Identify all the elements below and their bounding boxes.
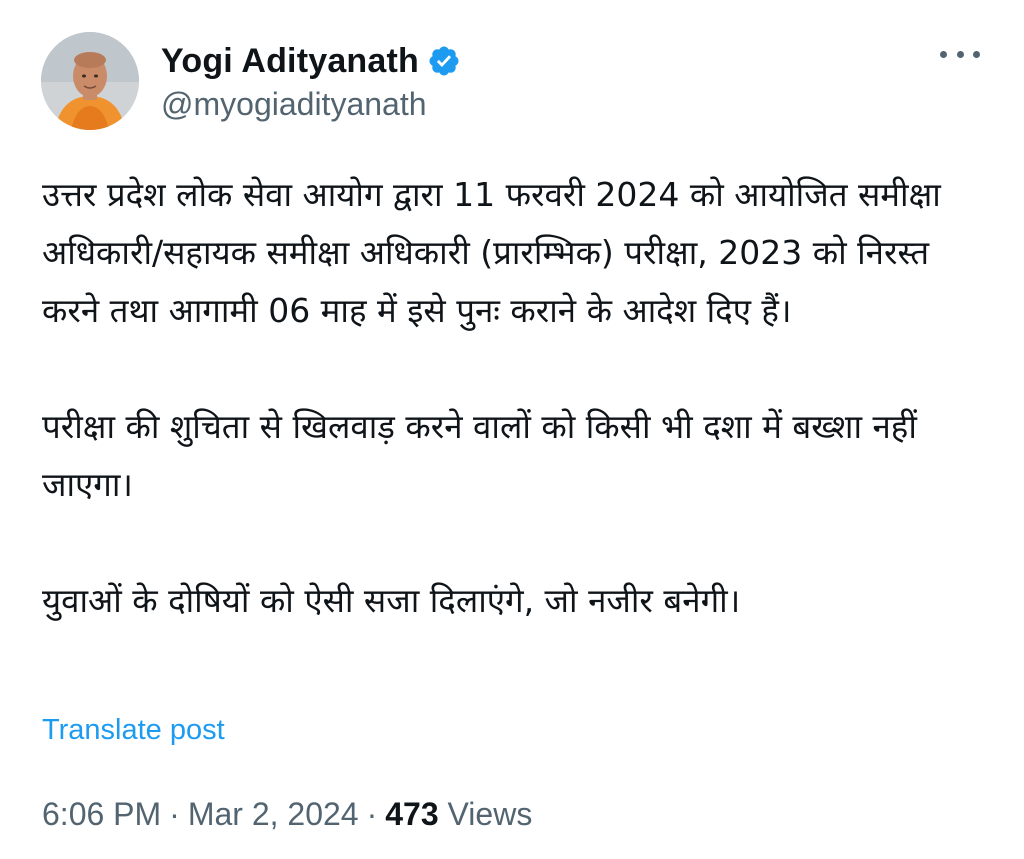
avatar[interactable] — [41, 32, 139, 130]
profile-photo-icon — [41, 32, 139, 130]
views-count: 473 — [385, 796, 439, 832]
more-options-icon[interactable] — [940, 44, 980, 64]
tweet-meta: 6:06 PM · Mar 2, 2024 · 473 Views — [42, 796, 532, 833]
tweet-card: Yogi Adityanath @myogiadityanath उत्तर प… — [0, 0, 1024, 859]
translate-post-link[interactable]: Translate post — [42, 714, 225, 747]
tweet-paragraph: परीक्षा की शुचिता से खिलवाड़ करने वालों … — [42, 407, 917, 504]
post-date[interactable]: Mar 2, 2024 — [188, 796, 359, 832]
meta-separator: · — [366, 796, 378, 832]
verified-badge-icon[interactable] — [427, 44, 461, 78]
author-block: Yogi Adityanath @myogiadityanath — [161, 38, 461, 123]
tweet-paragraph: युवाओं के दोषियों को ऐसी सजा दिलाएंगे, ज… — [42, 581, 741, 620]
tweet-paragraph: उत्तर प्रदेश लोक सेवा आयोग द्वारा 11 फरव… — [42, 175, 941, 330]
meta-separator: · — [169, 796, 180, 832]
display-name-row: Yogi Adityanath — [161, 38, 461, 84]
post-time[interactable]: 6:06 PM — [42, 796, 161, 832]
views-label: Views — [447, 796, 533, 832]
author-handle[interactable]: @myogiadityanath — [161, 86, 461, 123]
tweet-text: उत्तर प्रदेश लोक सेवा आयोग द्वारा 11 फरव… — [42, 166, 992, 630]
tweet-header: Yogi Adityanath @myogiadityanath — [41, 32, 994, 132]
display-name[interactable]: Yogi Adityanath — [161, 42, 419, 81]
